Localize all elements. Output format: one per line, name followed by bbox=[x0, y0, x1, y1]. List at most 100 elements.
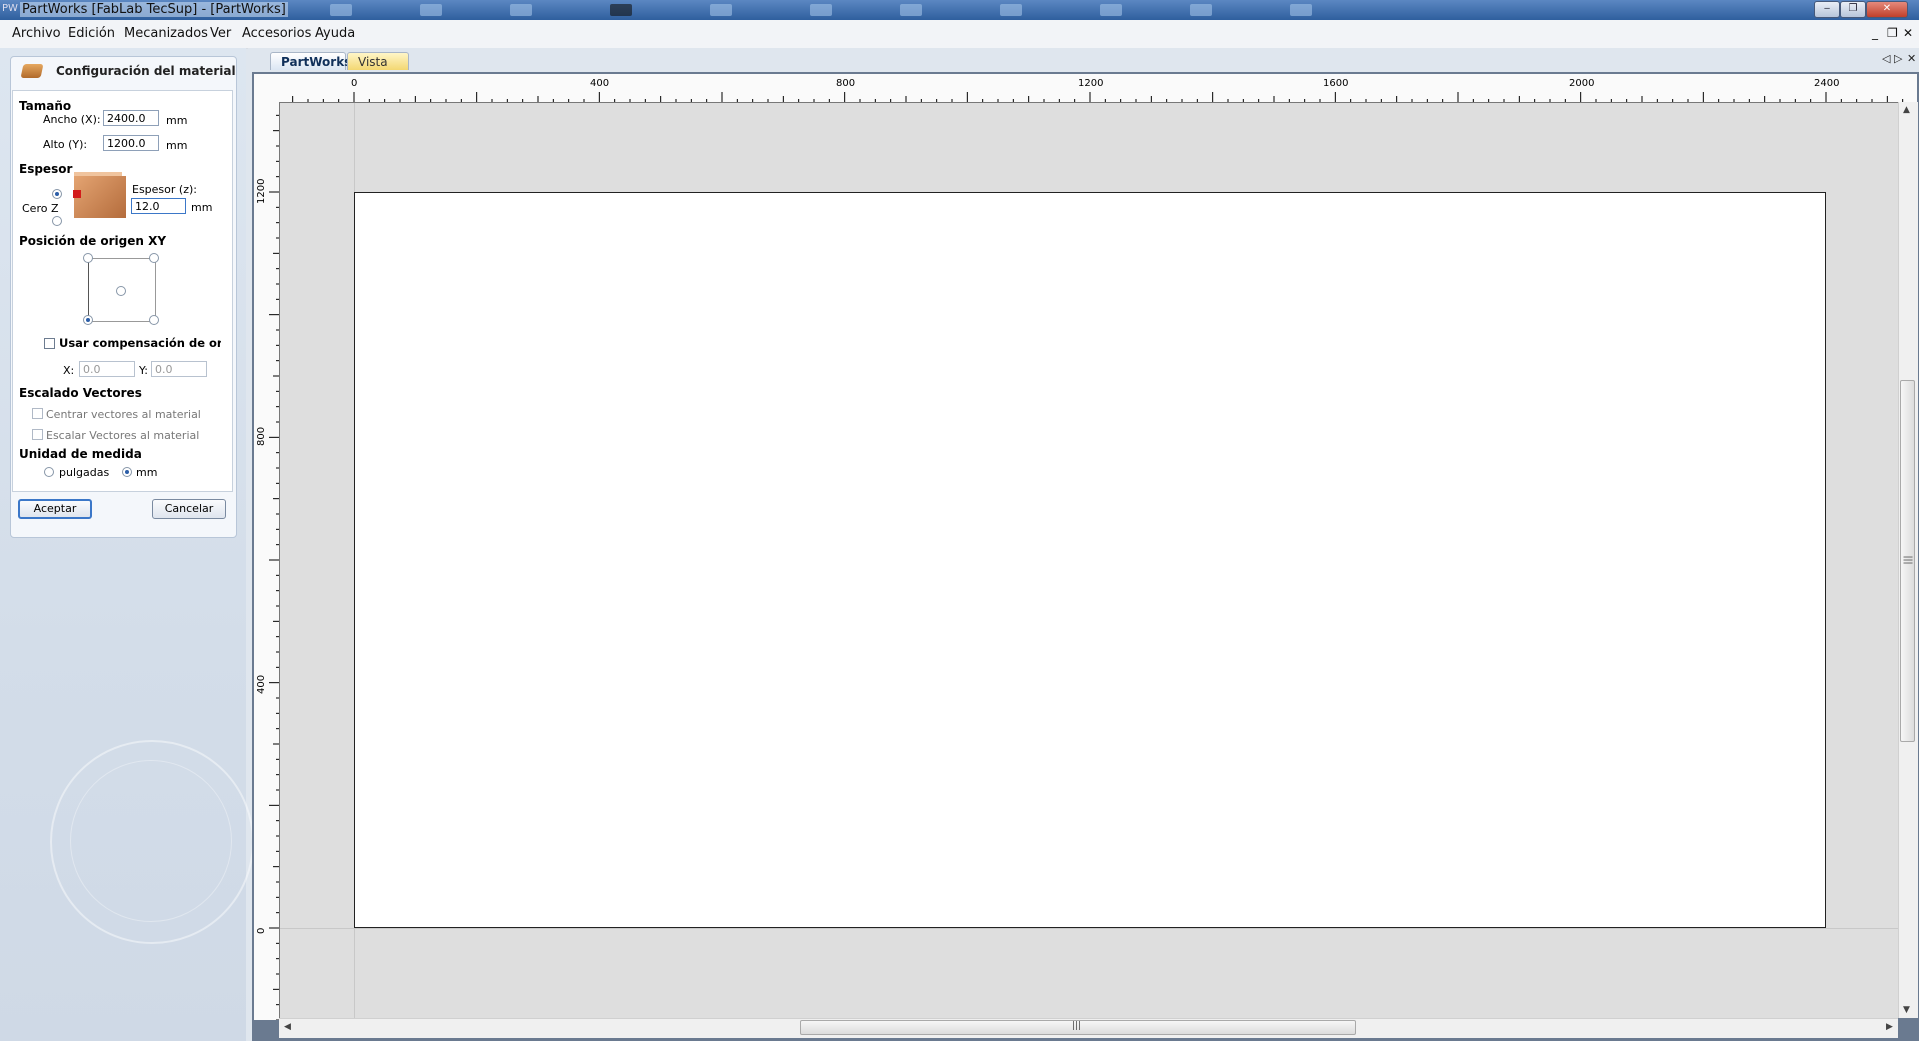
menu-ayuda[interactable]: Ayuda bbox=[315, 26, 355, 41]
minimize-button[interactable]: ‒ bbox=[1814, 1, 1840, 18]
scroll-left-icon[interactable]: ◀ bbox=[284, 1022, 291, 1032]
horizontal-ruler: 0 400 800 1200 1600 2000 2400 bbox=[254, 74, 1917, 103]
offset-x-label: X: bbox=[63, 364, 75, 377]
ruler-label: 1600 bbox=[1323, 78, 1349, 89]
scroll-down-icon[interactable]: ▼ bbox=[1903, 1005, 1910, 1015]
ruler-label: 2400 bbox=[1814, 78, 1840, 89]
ruler-label: 0 bbox=[256, 927, 267, 934]
offset-y-input[interactable] bbox=[151, 361, 207, 377]
tab-next-icon[interactable]: ▷ bbox=[1894, 52, 1902, 65]
menu-edicion[interactable]: Edición bbox=[68, 26, 115, 41]
origin-bottom-left-radio[interactable] bbox=[83, 315, 93, 325]
size-heading: Tamaño bbox=[19, 99, 72, 113]
origin-offset-label-clip: Usar compensación de origen bbox=[59, 336, 221, 350]
cancel-button[interactable]: Cancelar bbox=[152, 499, 226, 519]
height-unit: mm bbox=[166, 139, 188, 152]
origin-bottom-right-radio[interactable] bbox=[149, 315, 159, 325]
accept-button[interactable]: Aceptar bbox=[18, 499, 92, 519]
taskbar-thumbnail bbox=[810, 4, 832, 16]
scaling-heading: Escalado Vectores bbox=[19, 386, 142, 400]
width-label: Ancho (X): bbox=[43, 113, 101, 126]
origin-heading: Posición de origen XY bbox=[19, 234, 167, 248]
title-bar: PW PartWorks [FabLab TecSup] - [PartWork… bbox=[0, 0, 1919, 20]
taskbar-thumbnail bbox=[330, 4, 352, 16]
menu-ver[interactable]: Ver bbox=[210, 26, 231, 41]
document-tab-bar: PartWorks Vista 3D ◁ ▷ ✕ bbox=[248, 48, 1919, 87]
background-decoration bbox=[70, 760, 232, 922]
ruler-label: 1200 bbox=[256, 178, 267, 204]
restore-button[interactable]: ❐ bbox=[1840, 1, 1866, 18]
origin-offset-label: Usar compensación de origen bbox=[59, 336, 221, 350]
tab-prev-icon[interactable]: ◁ bbox=[1882, 52, 1890, 65]
menu-archivo[interactable]: Archivo bbox=[12, 26, 61, 41]
offset-y-label: Y: bbox=[139, 364, 148, 377]
origin-guide-horizontal bbox=[279, 928, 1898, 929]
scale-vectors-checkbox[interactable] bbox=[32, 429, 43, 440]
scroll-right-icon[interactable]: ▶ bbox=[1886, 1022, 1893, 1032]
thickness-input[interactable] bbox=[131, 198, 186, 214]
menu-mecanizados[interactable]: Mecanizados bbox=[124, 26, 208, 41]
thickness-label: Espesor (z): bbox=[132, 183, 197, 196]
taskbar-thumbnail bbox=[710, 4, 732, 16]
app-icon: PW bbox=[2, 3, 18, 14]
ruler-label: 2000 bbox=[1569, 78, 1595, 89]
taskbar-thumbnail bbox=[900, 4, 922, 16]
mdi-minimize-button[interactable]: _ bbox=[1872, 26, 1878, 40]
taskbar-thumbnail bbox=[510, 4, 532, 16]
units-inches-label: pulgadas bbox=[59, 466, 110, 479]
zero-z-marker bbox=[73, 190, 81, 198]
tab-3d-view[interactable]: Vista 3D bbox=[347, 52, 409, 87]
vertical-grip-icon: ||| bbox=[1902, 555, 1913, 565]
ruler-label: 800 bbox=[836, 78, 856, 89]
zero-top-radio[interactable] bbox=[52, 189, 62, 199]
units-mm-label: mm bbox=[136, 466, 158, 479]
center-vectors-checkbox[interactable] bbox=[32, 408, 43, 419]
material-sheet[interactable] bbox=[354, 192, 1826, 928]
ruler-label: 400 bbox=[256, 674, 267, 694]
taskbar-thumbnail bbox=[610, 4, 632, 16]
window-title: PartWorks [FabLab TecSup] - [PartWorks] bbox=[20, 2, 288, 17]
origin-top-left-radio[interactable] bbox=[83, 253, 93, 263]
taskbar-thumbnail bbox=[420, 4, 442, 16]
ruler-label: 400 bbox=[590, 78, 610, 89]
ruler-label: 0 bbox=[351, 78, 358, 89]
units-heading: Unidad de medida bbox=[19, 447, 142, 461]
tab-close-icon[interactable]: ✕ bbox=[1907, 52, 1916, 65]
center-vectors-label: Centrar vectores al material bbox=[46, 408, 201, 421]
thickness-unit: mm bbox=[191, 201, 213, 214]
taskbar-thumbnail bbox=[1190, 4, 1212, 16]
menu-accesorios[interactable]: Accesorios bbox=[242, 26, 311, 41]
height-input[interactable] bbox=[103, 135, 159, 151]
close-button[interactable]: ✕ bbox=[1866, 1, 1908, 18]
vertical-ruler-ticks bbox=[269, 114, 279, 1020]
ruler-label: 800 bbox=[256, 426, 267, 446]
origin-offset-checkbox[interactable] bbox=[44, 338, 55, 349]
taskbar-thumbnail bbox=[1000, 4, 1022, 16]
mdi-restore-button[interactable]: ❐ bbox=[1887, 26, 1898, 40]
zero-bottom-radio[interactable] bbox=[52, 216, 62, 226]
ruler-label: 1200 bbox=[1078, 78, 1104, 89]
width-unit: mm bbox=[166, 114, 188, 127]
thickness-heading: Espesor bbox=[19, 162, 73, 176]
dialog-title: Configuración del material bbox=[56, 64, 236, 78]
material-icon bbox=[20, 64, 44, 78]
units-inches-radio[interactable] bbox=[44, 467, 54, 477]
tab-partworks[interactable]: PartWorks bbox=[270, 52, 351, 70]
vertical-ruler: 1200 800 400 0 bbox=[254, 102, 280, 1020]
material-block-image bbox=[74, 176, 126, 218]
offset-x-input[interactable] bbox=[79, 361, 135, 377]
width-input[interactable] bbox=[103, 110, 159, 126]
scale-vectors-label: Escalar Vectores al material bbox=[46, 429, 200, 442]
origin-center-radio[interactable] bbox=[116, 286, 126, 296]
origin-top-right-radio[interactable] bbox=[149, 253, 159, 263]
horizontal-grip-icon: ||| bbox=[1072, 1021, 1082, 1031]
height-label: Alto (Y): bbox=[43, 138, 88, 151]
zero-z-label: Cero Z bbox=[22, 202, 59, 215]
menu-bar: Archivo Edición Mecanizados Ver Accesori… bbox=[0, 20, 1919, 49]
taskbar-thumbnail bbox=[1100, 4, 1122, 16]
mdi-close-button[interactable]: ✕ bbox=[1903, 26, 1913, 40]
taskbar-thumbnail bbox=[1290, 4, 1312, 16]
ruler-corner bbox=[254, 74, 279, 102]
units-mm-radio[interactable] bbox=[122, 467, 132, 477]
scroll-up-icon[interactable]: ▲ bbox=[1903, 105, 1910, 115]
